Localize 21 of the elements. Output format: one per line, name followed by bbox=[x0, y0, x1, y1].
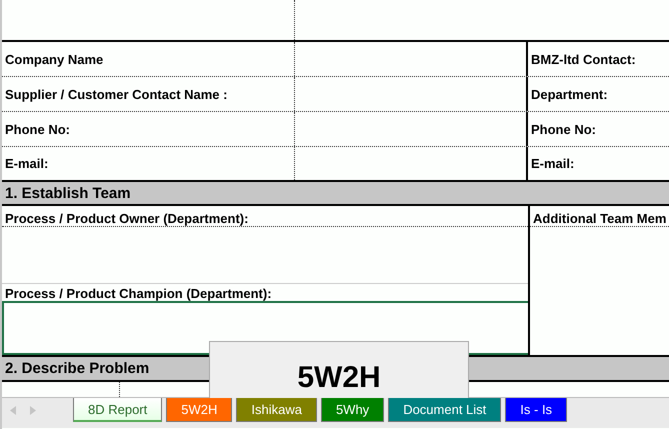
field-label: BMZ-ltd Contact: bbox=[531, 52, 636, 66]
sheet-tab[interactable]: 5Why bbox=[320, 398, 384, 422]
sheet-tab[interactable]: Ishikawa bbox=[236, 398, 317, 422]
sheet-tab[interactable]: Is - Is bbox=[505, 398, 568, 422]
sheet-tab[interactable]: 5W2H bbox=[166, 398, 232, 422]
section-header: 1. Establish Team bbox=[2, 180, 669, 206]
field-label: Additional Team Mem bbox=[533, 211, 666, 226]
text-shape: 5W2H bbox=[209, 341, 469, 398]
field-label: Department: bbox=[531, 86, 608, 102]
field-label: E-mail: bbox=[531, 156, 574, 171]
sheet-tab[interactable]: Document List bbox=[388, 398, 502, 422]
scroll-left-icon[interactable] bbox=[10, 406, 16, 415]
field-label: Phone No: bbox=[5, 122, 70, 136]
field-label: E-mail: bbox=[5, 156, 48, 171]
field-label: Process / Product Champion (Department): bbox=[5, 286, 272, 301]
field-label: Company Name bbox=[5, 52, 104, 66]
field-label: Supplier / Customer Contact Name : bbox=[5, 86, 228, 102]
sheet-tab[interactable]: 8D Report bbox=[73, 398, 162, 422]
field-label: Process / Product Owner (Department): bbox=[5, 211, 248, 226]
scroll-right-icon[interactable] bbox=[30, 406, 36, 415]
field-label: Phone No: bbox=[531, 122, 596, 136]
